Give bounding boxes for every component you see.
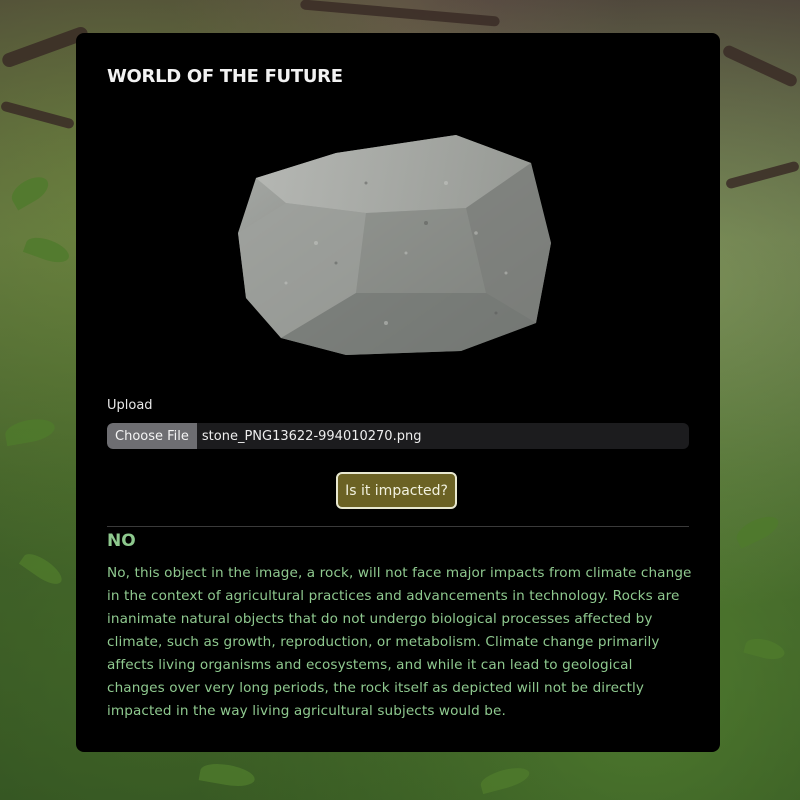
tree-branch: [299, 0, 501, 27]
result-text: No, this object in the image, a rock, wi…: [107, 565, 692, 719]
leaf: [3, 415, 57, 447]
divider: [107, 526, 689, 527]
choose-file-button[interactable]: Choose File: [107, 423, 197, 449]
page-title: WORLD OF THE FUTURE: [107, 66, 343, 87]
tree-branch: [0, 100, 76, 130]
leaf: [18, 548, 67, 590]
leaf: [743, 635, 787, 663]
is-it-impacted-button[interactable]: Is it impacted?: [336, 472, 457, 509]
leaf: [7, 171, 53, 211]
main-panel: WORLD OF THE FUTURE Upload Choose File s…: [76, 33, 720, 752]
result-heading: NO: [107, 531, 136, 551]
leaf: [732, 511, 783, 549]
upload-label: Upload: [107, 398, 153, 413]
rock-image: [238, 135, 551, 355]
leaf: [22, 232, 73, 268]
leaf: [478, 763, 532, 795]
leaf: [198, 760, 257, 790]
tree-branch: [721, 43, 799, 89]
file-input[interactable]: Choose File stone_PNG13622-994010270.png: [107, 423, 689, 449]
uploaded-image-preview: [226, 123, 571, 358]
selected-file-name: stone_PNG13622-994010270.png: [201, 428, 422, 444]
tree-branch: [724, 160, 800, 190]
